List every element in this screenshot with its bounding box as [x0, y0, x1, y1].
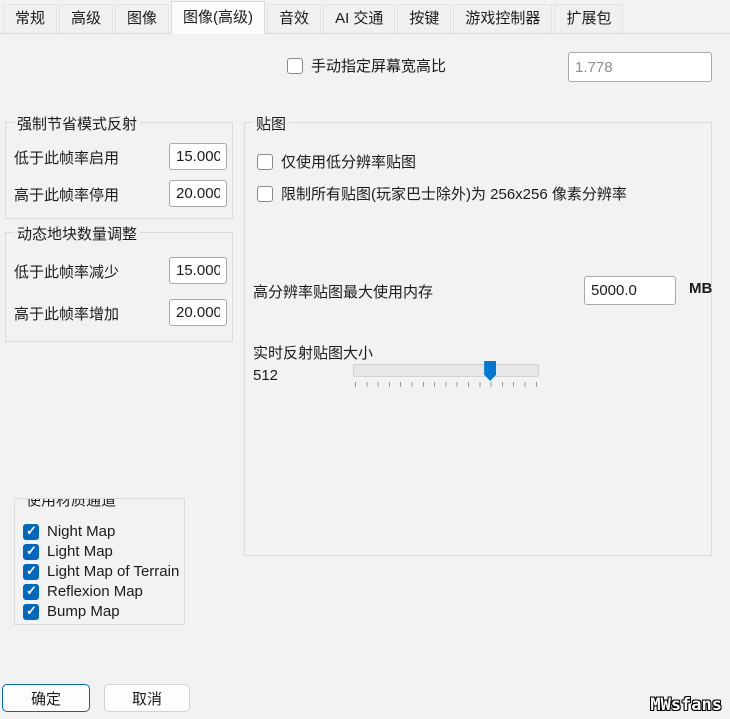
- reflection-slider-thumb[interactable]: [484, 361, 496, 381]
- textures-group-title: 贴图: [253, 113, 289, 134]
- eco-enable-input[interactable]: [169, 143, 227, 170]
- cancel-button[interactable]: 取消: [104, 684, 190, 712]
- reflexion-map-checkbox-row[interactable]: Reflexion Map: [23, 583, 143, 600]
- reflexion-map-checkbox[interactable]: [23, 584, 39, 600]
- eco-reflection-group-title: 强制节省模式反射: [14, 113, 140, 134]
- light-map-checkbox-row[interactable]: Light Map: [23, 543, 113, 560]
- tiles-decrease-label: 低于此帧率减少: [14, 261, 119, 282]
- tab-sound[interactable]: 音效: [267, 4, 321, 33]
- aspect-ratio-checkbox[interactable]: [287, 58, 303, 74]
- low-res-textures-label: 仅使用低分辨率贴图: [281, 151, 416, 172]
- texture-memory-label: 高分辨率贴图最大使用内存: [253, 281, 433, 302]
- material-channels-group: 使用材质通道 Night Map Light Map Light Map of …: [14, 498, 185, 625]
- dynamic-tiles-group: 动态地块数量调整 低于此帧率减少 高于此帧率增加: [5, 232, 233, 342]
- reflection-slider-ticks: [355, 382, 537, 387]
- bump-map-checkbox[interactable]: [23, 604, 39, 620]
- light-map-terrain-checkbox-row[interactable]: Light Map of Terrain: [23, 563, 179, 580]
- eco-disable-label: 高于此帧率停用: [14, 184, 119, 205]
- bump-map-checkbox-row[interactable]: Bump Map: [23, 603, 120, 620]
- eco-disable-input[interactable]: [169, 180, 227, 207]
- reflection-slider-track[interactable]: [353, 364, 539, 377]
- tab-graphics[interactable]: 图像: [115, 4, 169, 33]
- tab-game-controller[interactable]: 游戏控制器: [453, 4, 552, 33]
- tiles-increase-label: 高于此帧率增加: [14, 303, 119, 324]
- light-map-label: Light Map: [47, 543, 113, 560]
- low-res-textures-checkbox-row[interactable]: 仅使用低分辨率贴图: [257, 151, 416, 172]
- limit-textures-checkbox-row[interactable]: 限制所有贴图(玩家巴士除外)为 256x256 像素分辨率: [257, 183, 627, 204]
- textures-group: 贴图 仅使用低分辨率贴图 限制所有贴图(玩家巴士除外)为 256x256 像素分…: [244, 122, 712, 556]
- limit-textures-label: 限制所有贴图(玩家巴士除外)为 256x256 像素分辨率: [281, 183, 627, 204]
- tab-graphics-advanced[interactable]: 图像(高级): [171, 1, 265, 34]
- night-map-checkbox-row[interactable]: Night Map: [23, 523, 115, 540]
- tab-advanced[interactable]: 高级: [59, 4, 113, 33]
- texture-memory-unit: MB: [689, 280, 712, 297]
- reflection-size-value: 512: [253, 367, 278, 384]
- reflexion-map-label: Reflexion Map: [47, 583, 143, 600]
- eco-enable-label: 低于此帧率启用: [14, 147, 119, 168]
- material-channels-group-title: 使用材质通道: [23, 498, 119, 510]
- ok-button[interactable]: 确定: [2, 684, 90, 712]
- tab-keys[interactable]: 按键: [397, 4, 451, 33]
- eco-reflection-group: 强制节省模式反射 低于此帧率启用 高于此帧率停用: [5, 122, 233, 219]
- aspect-ratio-checkbox-row[interactable]: 手动指定屏幕宽高比: [287, 55, 446, 76]
- tab-ai-traffic[interactable]: AI 交通: [323, 4, 395, 33]
- night-map-label: Night Map: [47, 523, 115, 540]
- aspect-ratio-label: 手动指定屏幕宽高比: [311, 55, 446, 76]
- limit-textures-checkbox[interactable]: [257, 186, 273, 202]
- aspect-ratio-input[interactable]: [568, 52, 712, 82]
- bump-map-label: Bump Map: [47, 603, 120, 620]
- watermark: MWsfans: [650, 695, 722, 715]
- dynamic-tiles-group-title: 动态地块数量调整: [14, 223, 140, 244]
- light-map-checkbox[interactable]: [23, 544, 39, 560]
- tiles-decrease-input[interactable]: [169, 257, 227, 284]
- texture-memory-input[interactable]: [584, 276, 676, 305]
- tab-bar: 常规 高级 图像 图像(高级) 音效 AI 交通 按键 游戏控制器 扩展包: [0, 0, 730, 34]
- light-map-terrain-checkbox[interactable]: [23, 564, 39, 580]
- reflection-size-label: 实时反射贴图大小: [253, 342, 373, 363]
- tiles-increase-input[interactable]: [169, 299, 227, 326]
- light-map-terrain-label: Light Map of Terrain: [47, 563, 179, 580]
- low-res-textures-checkbox[interactable]: [257, 154, 273, 170]
- tab-general[interactable]: 常规: [3, 4, 57, 33]
- night-map-checkbox[interactable]: [23, 524, 39, 540]
- tab-addons[interactable]: 扩展包: [554, 4, 623, 33]
